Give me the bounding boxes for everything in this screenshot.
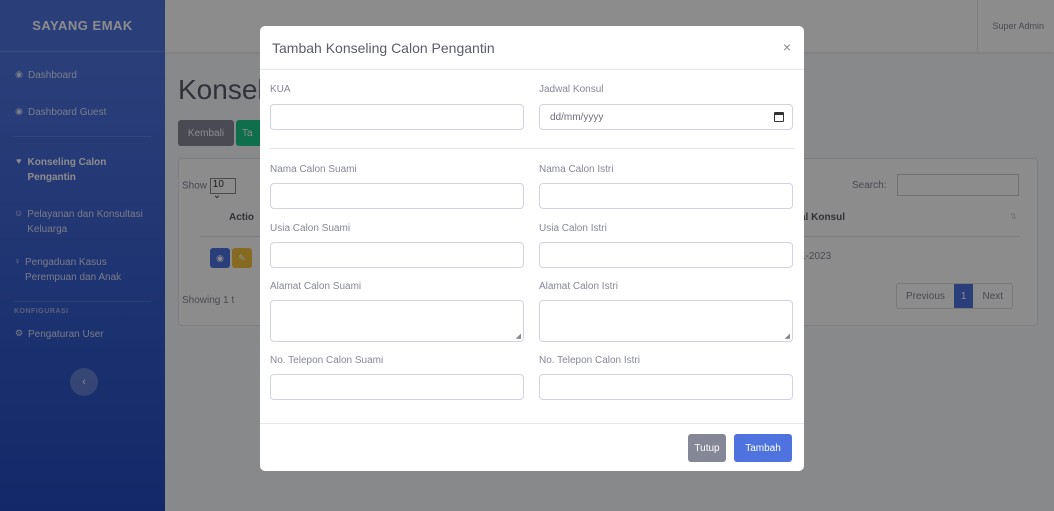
add-konseling-modal: Tambah Konseling Calon Pengantin × KUA J… xyxy=(260,26,804,471)
usia-suami-input[interactable] xyxy=(270,242,524,268)
nama-istri-input[interactable] xyxy=(539,183,793,209)
modal-footer: Tutup Tambah xyxy=(260,423,804,471)
label-alamat-suami: Alamat Calon Suami xyxy=(270,281,362,292)
label-usia-suami: Usia Calon Suami xyxy=(270,223,351,234)
date-placeholder: dd/mm/yyyy xyxy=(550,112,604,123)
tutup-button[interactable]: Tutup xyxy=(688,434,726,462)
label-telp-istri: No. Telepon Calon Istri xyxy=(539,355,640,366)
label-nama-istri: Nama Calon Istri xyxy=(539,164,614,175)
form-divider xyxy=(270,148,794,149)
nama-suami-input[interactable] xyxy=(270,183,524,209)
calendar-icon[interactable] xyxy=(774,112,784,122)
label-telp-suami: No. Telepon Calon Suami xyxy=(270,355,384,366)
jadwal-konsul-input[interactable]: dd/mm/yyyy xyxy=(539,104,793,130)
label-usia-istri: Usia Calon Istri xyxy=(539,223,607,234)
close-icon[interactable]: × xyxy=(783,39,791,55)
label-alamat-istri: Alamat Calon Istri xyxy=(539,281,618,292)
usia-istri-input[interactable] xyxy=(539,242,793,268)
kua-input[interactable] xyxy=(270,104,524,130)
label-jadwal-konsul: Jadwal Konsul xyxy=(539,84,604,95)
label-kua: KUA xyxy=(270,84,291,95)
modal-header: Tambah Konseling Calon Pengantin xyxy=(260,26,804,70)
tambah-button[interactable]: Tambah xyxy=(734,434,792,462)
resize-handle-icon[interactable]: ◢ xyxy=(516,332,521,340)
alamat-suami-textarea[interactable]: ◢ xyxy=(270,300,524,342)
telp-istri-input[interactable] xyxy=(539,374,793,400)
modal-title: Tambah Konseling Calon Pengantin xyxy=(272,39,495,56)
telp-suami-input[interactable] xyxy=(270,374,524,400)
resize-handle-icon[interactable]: ◢ xyxy=(785,332,790,340)
label-nama-suami: Nama Calon Suami xyxy=(270,164,357,175)
alamat-istri-textarea[interactable]: ◢ xyxy=(539,300,793,342)
